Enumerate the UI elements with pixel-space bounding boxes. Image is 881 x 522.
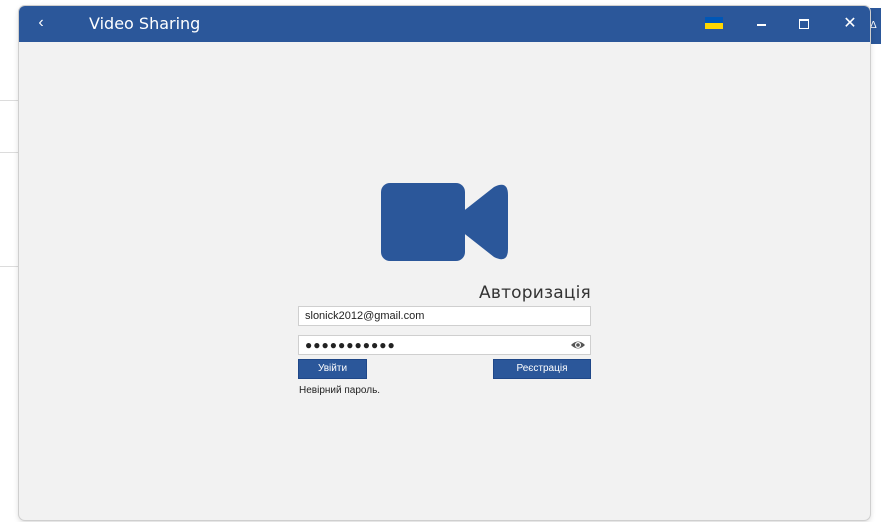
minimize-icon [757,24,766,26]
ukraine-flag-icon[interactable] [705,17,723,29]
background-window-edge: Δ [870,8,881,44]
error-message: Невірний пароль. [299,385,381,396]
flag-yellow-stripe [705,23,723,29]
app-window: ‹ Video Sharing ✕ Авторизація Увійти Реє… [19,6,870,520]
app-title: Video Sharing [89,14,201,33]
password-field[interactable] [298,335,591,355]
page-title: Авторизація [479,283,591,303]
email-field[interactable] [298,306,591,326]
eye-icon[interactable] [570,338,586,352]
back-button[interactable]: ‹ [31,6,51,42]
register-button[interactable]: Реєстрація [493,359,591,379]
minimize-button[interactable] [749,6,775,42]
title-bar: ‹ Video Sharing ✕ [19,6,870,42]
maximize-button[interactable] [791,6,817,42]
close-button[interactable]: ✕ [837,6,863,42]
maximize-icon [799,19,809,29]
login-panel: Авторизація Увійти Реєстрація Невірний п… [19,42,870,520]
background-edge-glyph: Δ [870,20,877,31]
login-button[interactable]: Увійти [298,359,367,379]
close-icon: ✕ [843,15,857,32]
back-arrow-icon: ‹ [38,14,44,31]
video-camera-icon [381,183,508,261]
